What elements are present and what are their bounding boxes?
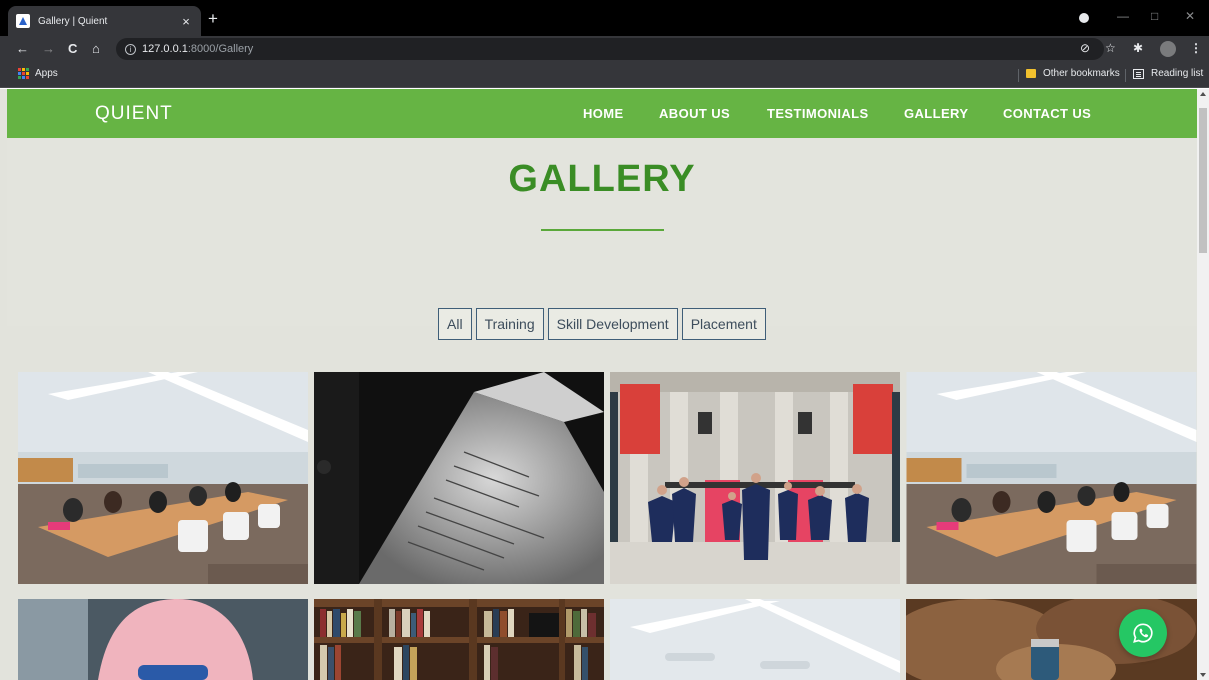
whatsapp-chat-button[interactable] [1119,609,1167,657]
other-bookmarks-label: Other bookmarks [1043,68,1120,79]
scroll-down-arrow-icon[interactable] [1200,673,1206,677]
reading-list-label: Reading list [1151,68,1204,79]
page-title: GALLERY [508,158,696,200]
minimize-icon[interactable]: — [1117,9,1129,23]
apps-shortcut[interactable]: Apps [18,68,58,79]
tab-close-icon[interactable]: × [179,14,193,29]
reading-list[interactable]: Reading list [1133,68,1203,79]
filter-placement-button[interactable]: Placement [681,308,766,340]
filter-training-button[interactable]: Training [475,308,544,340]
gallery-image-document[interactable] [314,372,604,584]
nav-home[interactable]: HOME [583,106,624,121]
new-tab-button[interactable]: + [208,10,218,27]
apps-grid-icon [18,68,29,79]
scroll-up-arrow-icon[interactable] [1200,92,1206,96]
tracking-blocked-icon[interactable]: ⊘ [1080,41,1090,56]
folder-icon [1026,69,1036,78]
apps-label: Apps [35,68,58,79]
page-scrollbar[interactable] [1197,89,1209,680]
gallery-image-graduation[interactable] [610,372,900,584]
nav-about-us[interactable]: ABOUT US [659,106,730,121]
gallery-image-conference-room[interactable] [18,372,308,584]
reading-list-icon [1133,68,1144,79]
scrollbar-thumb[interactable] [1199,108,1207,253]
reload-icon[interactable]: C [68,40,77,57]
nav-gallery[interactable]: GALLERY [904,106,968,121]
forward-arrow-icon[interactable]: → [42,40,55,57]
filter-skill-development-button[interactable]: Skill Development [547,308,678,340]
window-close-icon[interactable]: ✕ [1185,9,1195,23]
bookmark-divider [1018,69,1019,82]
whatsapp-icon [1133,623,1153,643]
maximize-icon[interactable]: □ [1151,9,1158,23]
title-underline [541,229,664,231]
tab-title: Gallery | Quient [38,15,108,27]
site-info-icon[interactable]: i [125,43,136,55]
site-navbar: QUIENT HOME ABOUT US TESTIMONIALS GALLER… [7,89,1197,138]
bookmark-star-icon[interactable]: ☆ [1105,41,1116,56]
profile-avatar[interactable] [1160,41,1176,57]
browser-title-bar: Gallery | Quient × + — □ ✕ [0,0,1209,36]
browser-tab[interactable]: Gallery | Quient × [8,6,201,36]
other-bookmarks-folder[interactable]: Other bookmarks [1026,68,1120,79]
chrome-menu-icon[interactable]: ⋮ [1190,41,1202,56]
filter-all-button[interactable]: All [438,308,472,340]
nav-contact-us[interactable]: CONTACT US [1003,106,1091,121]
address-bar[interactable]: i 127.0.0.1 :8000/Gallery [116,38,1104,60]
home-icon[interactable]: ⌂ [92,40,100,57]
media-control-icon[interactable] [1079,13,1089,23]
browser-toolbar: ← → C ⌂ i 127.0.0.1 :8000/Gallery ⊘ ☆ ✱ … [0,36,1209,62]
back-arrow-icon[interactable]: ← [16,40,29,57]
gallery-filter-group: All Training Skill Development Placement [438,308,766,340]
site-brand-logo[interactable]: QUIENT [95,103,173,125]
bookmark-divider [1125,69,1126,82]
url-path: :8000/Gallery [187,43,254,55]
url-host: 127.0.0.1 [142,43,188,55]
nav-testimonials[interactable]: TESTIMONIALS [767,106,869,121]
gallery-image-conference-ceiling[interactable] [610,599,900,680]
extensions-puzzle-icon[interactable]: ✱ [1133,41,1143,56]
gallery-image-person-hoodie[interactable] [18,599,308,680]
gallery-image-conference-room-2[interactable] [906,372,1197,584]
page-viewport: QUIENT HOME ABOUT US TESTIMONIALS GALLER… [0,89,1209,680]
bookmarks-bar: Apps Other bookmarks Reading list [0,62,1209,88]
gallery-image-bookshelf[interactable] [314,599,604,680]
site-favicon-icon [16,14,30,28]
